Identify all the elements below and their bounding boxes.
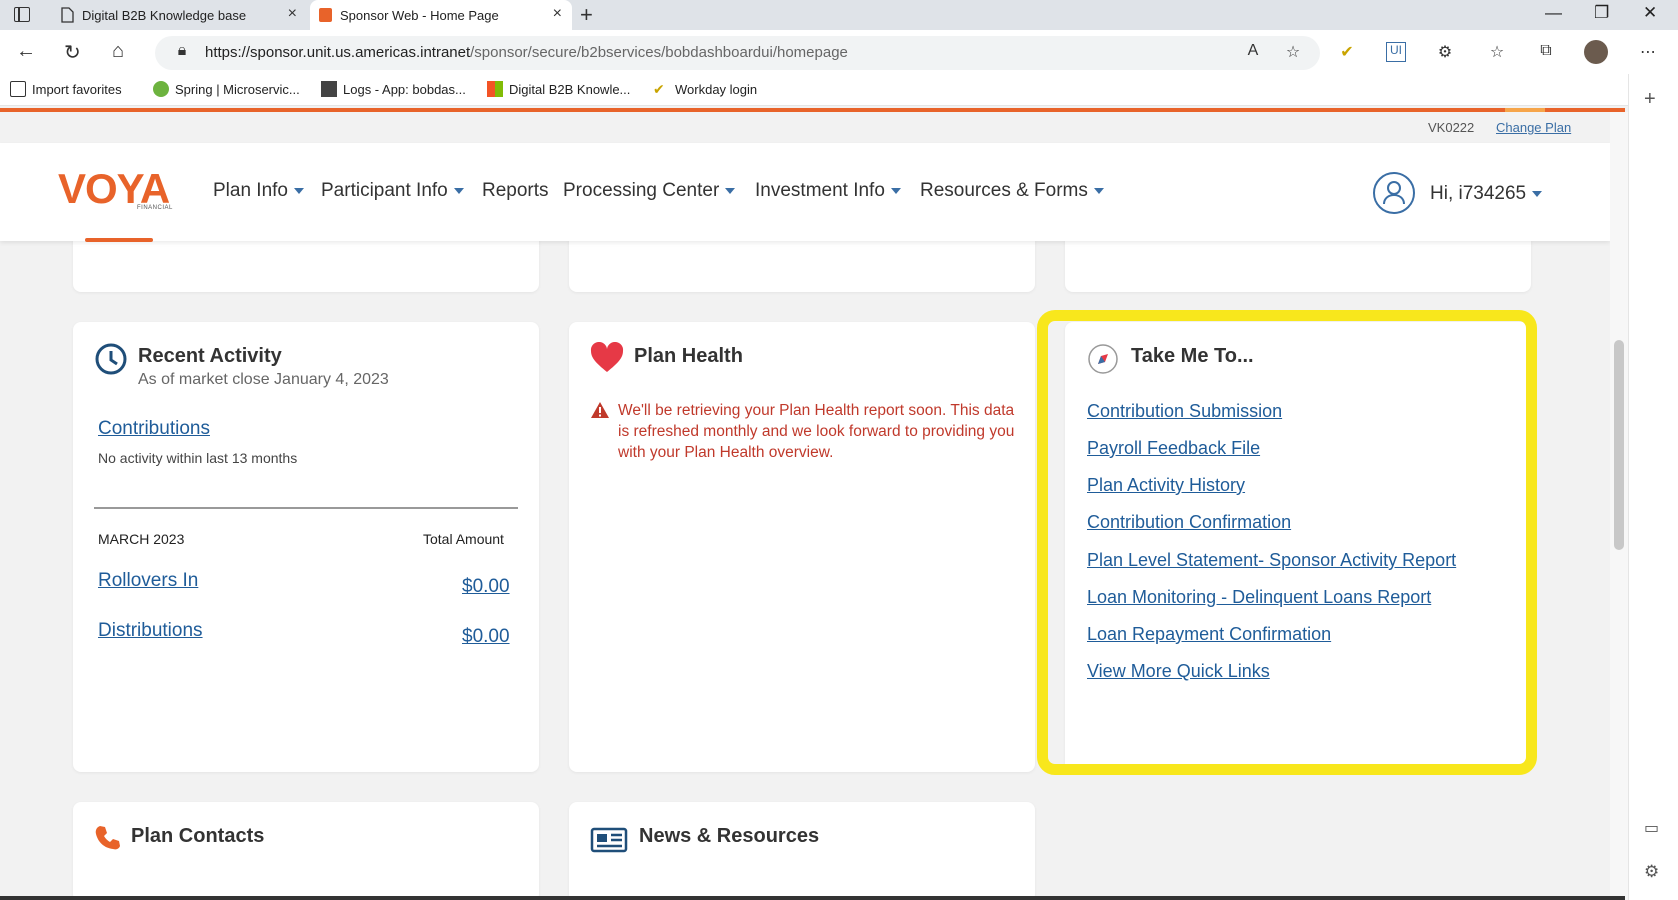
active-indicator <box>85 238 153 242</box>
total-amount-header: Total Amount <box>423 531 504 547</box>
tab-title: Sponsor Web - Home Page <box>340 7 499 23</box>
extension-ui-icon[interactable]: UI <box>1386 42 1406 62</box>
rollovers-in-amount[interactable]: $0.00 <box>462 576 510 598</box>
spring-icon <box>153 81 169 97</box>
nav-plan-info[interactable]: Plan Info <box>213 180 304 202</box>
recent-activity-card <box>73 322 539 772</box>
sidebar-panel-icon[interactable]: ▭ <box>1644 818 1659 838</box>
caret-down-icon <box>1093 187 1104 194</box>
close-icon[interactable]: × <box>288 5 297 23</box>
document-icon <box>61 7 74 23</box>
change-plan-link[interactable]: Change Plan <box>1496 120 1571 135</box>
settings-gear-icon[interactable]: ⚙ <box>1644 862 1659 882</box>
url-text[interactable]: https://sponsor.unit.us.americas.intrane… <box>205 44 848 61</box>
close-window-icon[interactable]: ✕ <box>1643 3 1657 23</box>
nav-processing-center[interactable]: Processing Center <box>563 180 736 202</box>
plan-code: VK0222 <box>1428 120 1475 135</box>
nav-resources-forms[interactable]: Resources & Forms <box>920 180 1104 202</box>
favorite-knowledge[interactable]: Digital B2B Knowle... <box>487 81 630 97</box>
extensions-icon[interactable]: ⚙ <box>1435 42 1455 62</box>
news-resources-card <box>569 802 1035 900</box>
favorite-logs[interactable]: Logs - App: bobdas... <box>321 81 466 97</box>
contributions-note: No activity within last 13 months <box>98 450 298 466</box>
phone-icon <box>95 826 120 850</box>
heart-icon <box>590 342 624 372</box>
user-menu[interactable]: Hi, i734265 <box>1430 183 1543 205</box>
plan-health-title: Plan Health <box>634 345 743 367</box>
caret-down-icon <box>453 187 464 194</box>
lock-icon[interactable]: 🔒︎ <box>172 42 192 62</box>
period-label: MARCH 2023 <box>98 531 185 547</box>
favorite-spring[interactable]: Spring | Microservic... <box>153 81 300 97</box>
caret-down-icon <box>725 187 736 194</box>
person-icon <box>1383 181 1405 205</box>
minimize-icon[interactable]: — <box>1545 3 1562 23</box>
divider <box>94 507 518 509</box>
user-icon[interactable] <box>1373 172 1415 214</box>
browser-sidebar <box>1628 74 1678 900</box>
plan-health-card <box>569 322 1035 772</box>
restore-icon[interactable]: ❐ <box>1594 3 1609 23</box>
logs-icon <box>321 81 337 97</box>
refresh-icon[interactable]: ↻ <box>64 40 81 65</box>
back-icon[interactable]: ← <box>16 40 36 63</box>
tab-sponsor-web[interactable]: Sponsor Web - Home Page × <box>310 0 572 30</box>
accent-bar <box>0 108 1625 112</box>
add-favorite-icon[interactable]: ☆ <box>1283 42 1303 62</box>
new-tab-icon[interactable]: + <box>580 2 593 28</box>
newspaper-icon <box>590 827 628 853</box>
recent-activity-subtitle: As of market close January 4, 2023 <box>138 371 389 388</box>
voya-tab-icon <box>319 8 332 22</box>
rollovers-in-link[interactable]: Rollovers In <box>98 570 198 592</box>
favorite-workday[interactable]: ✔ Workday login <box>653 81 757 97</box>
tab-title: Digital B2B Knowledge base <box>82 7 247 23</box>
nav-reports[interactable]: Reports <box>482 180 549 202</box>
caret-down-icon <box>294 187 304 194</box>
news-resources-title: News & Resources <box>639 825 820 847</box>
recent-activity-title: Recent Activity <box>138 345 282 367</box>
close-icon[interactable]: × <box>553 5 562 23</box>
windows-icon <box>487 81 503 97</box>
distributions-link[interactable]: Distributions <box>98 620 203 642</box>
clock-icon <box>95 343 127 375</box>
collections-icon[interactable]: ⧉ <box>1536 42 1556 62</box>
tab-knowledge-base[interactable]: Digital B2B Knowledge base × <box>52 0 307 30</box>
favorites-icon[interactable]: ☆ <box>1487 42 1507 62</box>
import-icon <box>10 81 26 97</box>
extension-check-icon[interactable]: ✔ <box>1337 42 1357 62</box>
read-aloud-icon[interactable]: A <box>1243 42 1263 62</box>
more-icon[interactable]: ⋯ <box>1638 42 1658 62</box>
browser-tab-bar: Digital B2B Knowledge base × Sponsor Web… <box>0 0 1678 30</box>
favorite-import[interactable]: Import favorites <box>10 81 122 97</box>
tab-actions-icon[interactable] <box>14 7 30 22</box>
nav-investment-info[interactable]: Investment Info <box>755 180 901 202</box>
contributions-link[interactable]: Contributions <box>98 418 210 440</box>
profile-avatar[interactable] <box>1584 40 1608 64</box>
plan-contacts-title: Plan Contacts <box>131 825 265 847</box>
home-icon[interactable]: ⌂ <box>112 40 124 63</box>
logo-subtitle: FINANCIAL <box>137 205 173 211</box>
plan-health-message: We'll be retrieving your Plan Health rep… <box>618 402 1015 461</box>
taskbar-edge <box>0 896 1625 900</box>
nav-participant-info[interactable]: Participant Info <box>321 180 464 202</box>
sidebar-add-icon[interactable]: + <box>1644 88 1656 111</box>
plan-contacts-card <box>73 802 539 900</box>
warning-icon <box>591 402 609 418</box>
distributions-amount[interactable]: $0.00 <box>462 626 510 648</box>
caret-down-icon <box>1532 190 1543 197</box>
scrollbar-thumb[interactable] <box>1614 340 1624 550</box>
check-icon: ✔ <box>653 81 665 97</box>
caret-down-icon <box>890 187 901 194</box>
yellow-highlight-annotation <box>1037 310 1537 775</box>
